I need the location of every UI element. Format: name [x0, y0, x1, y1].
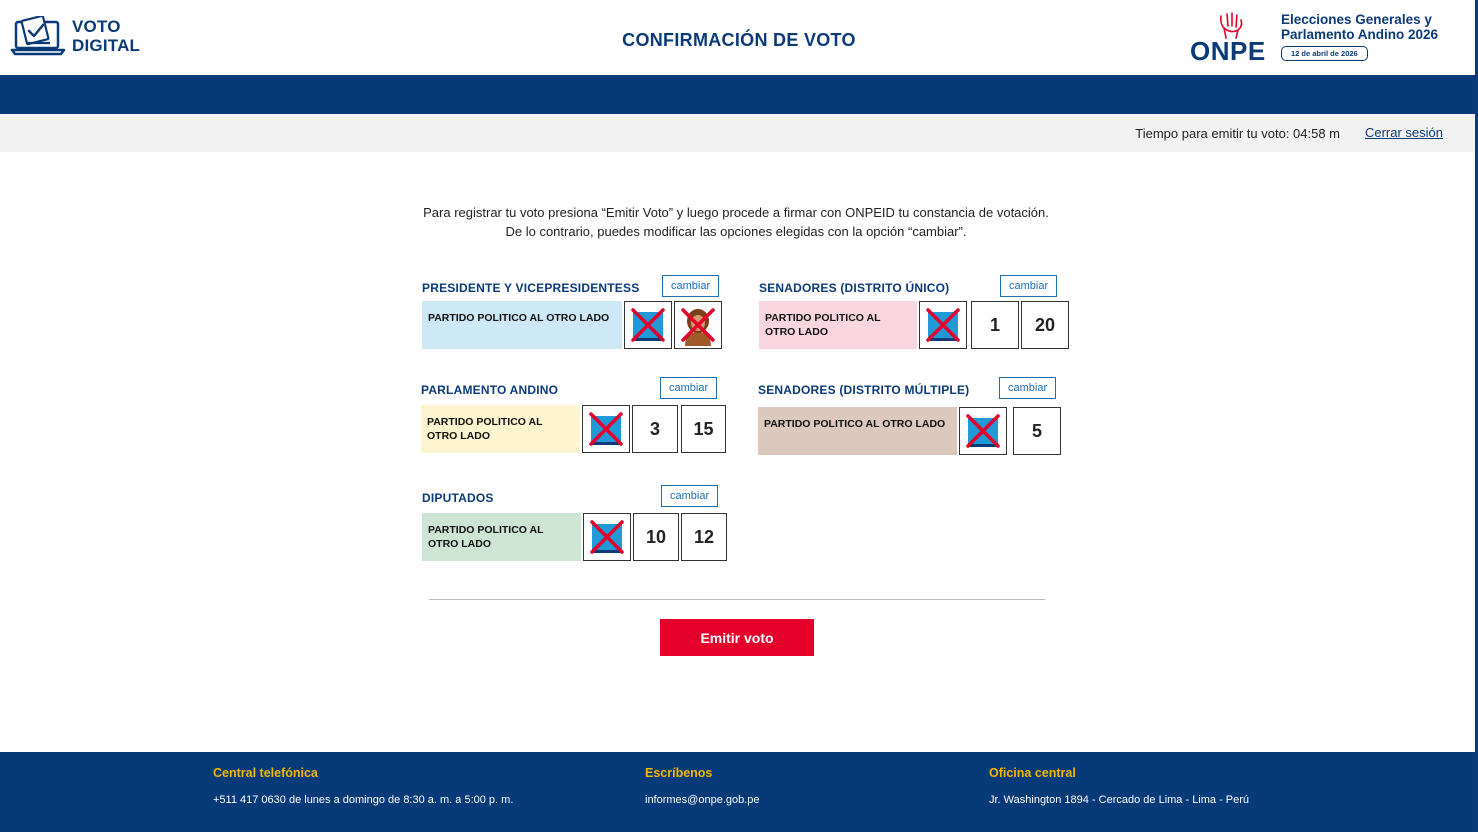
party-logo-icon [966, 414, 1000, 448]
party-symbol-marked [582, 405, 630, 453]
preferential-vote-number: 10 [645, 526, 667, 547]
vote-row: PARTIDO POLITICO AL OTRO LADO 3 15 [421, 405, 726, 453]
preferential-vote-number: 5 [1031, 420, 1042, 441]
instructions: Para registrar tu voto presiona “Emitir … [0, 203, 1472, 241]
preferential-vote-number: 3 [649, 418, 660, 439]
preferential-vote-box: 15 [681, 405, 726, 453]
footer-phone-text: +511 417 0630 de lunes a domingo de 8:30… [213, 794, 514, 806]
footer-office-text: Jr. Washington 1894 - Cercado de Lima - … [989, 794, 1250, 806]
party-logo-icon [589, 412, 623, 446]
footer-phone-heading: Central telefónica [213, 766, 318, 780]
change-button-parlamento-andino[interactable]: cambiar [660, 377, 718, 399]
party-symbol-marked [959, 407, 1007, 455]
header-blue-band [0, 75, 1475, 114]
logout-link[interactable]: Cerrar sesión [1365, 125, 1443, 140]
candidate-photo-icon [681, 308, 715, 346]
footer-office: Oficina central Jr. Washington 1894 - Ce… [989, 766, 1249, 806]
party-symbol-marked [919, 301, 967, 349]
section-title: PRESIDENTE Y VICEPRESIDENTESS [422, 281, 640, 295]
preferential-vote-box: 5 [1013, 407, 1061, 455]
header: VOTO DIGITAL CONFIRMACIÓN DE VOTO ONPE E… [0, 0, 1478, 75]
change-button-senadores-multiple[interactable]: cambiar [999, 377, 1057, 399]
preferential-vote-number: 1 [989, 314, 1000, 335]
preferential-vote-box: 12 [681, 513, 727, 561]
emit-vote-button[interactable]: Emitir voto [660, 619, 814, 656]
footer-email: Escríbenos informes@onpe.gob.pe [645, 766, 760, 806]
party-symbol-marked [624, 301, 672, 349]
change-button-senadores-unico[interactable]: cambiar [1000, 275, 1058, 297]
party-name: PARTIDO POLITICO AL OTRO LADO [421, 405, 580, 453]
change-button-presidente[interactable]: cambiar [662, 275, 720, 297]
party-name: PARTIDO POLITICO AL OTRO LADO [759, 301, 917, 349]
vote-row: PARTIDO POLITICO AL OTRO LADO 5 [758, 407, 1061, 455]
preferential-vote-number: 12 [693, 526, 715, 547]
party-symbol-marked [583, 513, 631, 561]
election-title: Elecciones Generales y Parlamento Andino… [1281, 12, 1438, 42]
section-title: DIPUTADOS [422, 491, 494, 505]
section-title: PARLAMENTO ANDINO [421, 383, 559, 397]
preferential-vote-box: 3 [632, 405, 678, 453]
vote-row: PARTIDO POLITICO AL OTRO LADO 10 12 [422, 513, 727, 561]
party-name: PARTIDO POLITICO AL OTRO LADO [422, 301, 622, 349]
instructions-line-2: De lo contrario, puedes modificar las op… [505, 224, 967, 239]
vote-timer: Tiempo para emitir tu voto: 04:58 m [1135, 126, 1340, 141]
preferential-vote-number: 20 [1034, 314, 1056, 335]
preferential-vote-box: 1 [971, 301, 1019, 349]
footer: Central telefónica +511 417 0630 de lune… [0, 752, 1475, 832]
onpe-logo-text: ONPE [1190, 36, 1266, 66]
preferential-vote-box: 20 [1021, 301, 1069, 349]
change-button-diputados[interactable]: cambiar [661, 485, 719, 507]
section-title: SENADORES (DISTRITO ÚNICO) [759, 281, 950, 295]
party-logo-icon [926, 308, 960, 342]
footer-email-text[interactable]: informes@onpe.gob.pe [645, 794, 760, 806]
candidate-photo-marked [674, 301, 722, 349]
vote-row: PARTIDO POLITICO AL OTRO LADO [422, 301, 722, 349]
footer-email-heading: Escríbenos [645, 766, 713, 780]
divider [429, 599, 1045, 600]
party-logo-icon [631, 308, 665, 342]
party-name: PARTIDO POLITICO AL OTRO LADO [758, 407, 957, 455]
party-name: PARTIDO POLITICO AL OTRO LADO [422, 513, 581, 561]
election-title-line-1: Elecciones Generales y [1281, 12, 1432, 27]
footer-phone: Central telefónica +511 417 0630 de lune… [213, 766, 513, 806]
preferential-vote-number: 15 [693, 418, 714, 439]
onpe-election-logo: ONPE Elecciones Generales y Parlamento A… [1188, 10, 1458, 66]
instructions-line-1: Para registrar tu voto presiona “Emitir … [423, 205, 1049, 220]
election-date-badge: 12 de abril de 2026 [1281, 46, 1368, 61]
election-title-line-2: Parlamento Andino 2026 [1281, 27, 1439, 42]
vote-row: PARTIDO POLITICO AL OTRO LADO 1 20 [759, 301, 1069, 349]
party-logo-icon [590, 520, 624, 554]
section-title: SENADORES (DISTRITO MÚLTIPLE) [758, 383, 970, 397]
preferential-vote-box: 10 [633, 513, 679, 561]
status-bar: Tiempo para emitir tu voto: 04:58 m Cerr… [0, 114, 1475, 152]
footer-office-heading: Oficina central [989, 766, 1076, 780]
